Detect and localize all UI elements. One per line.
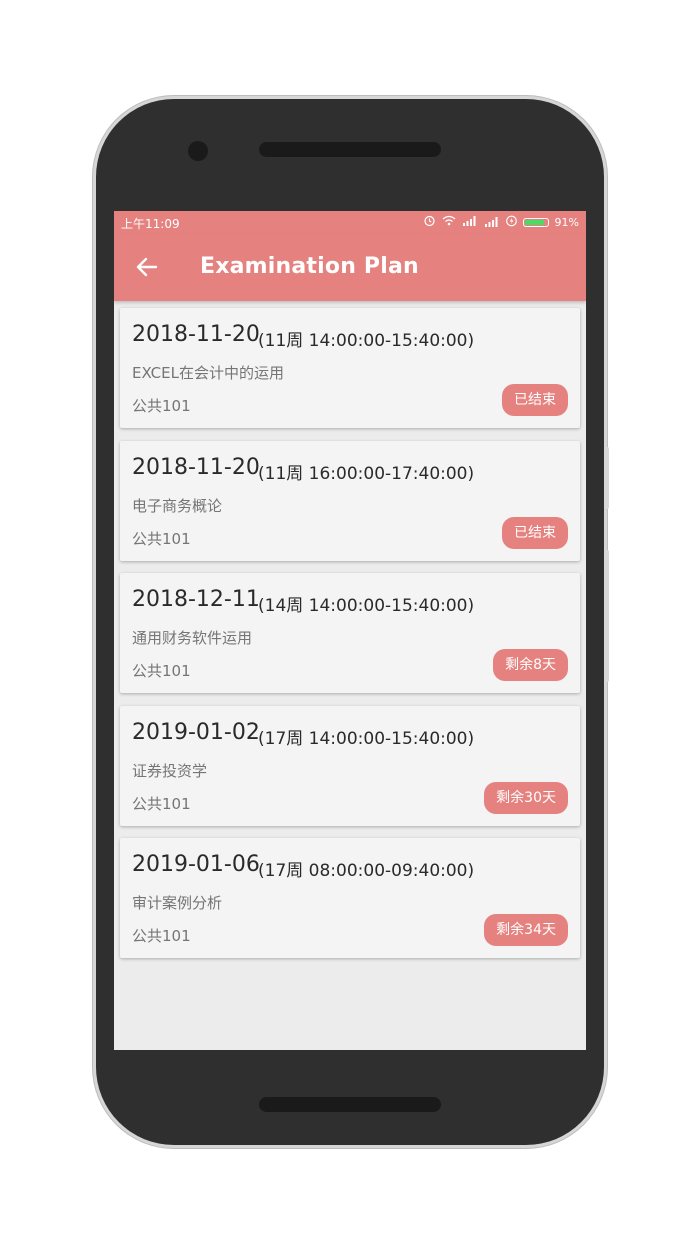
exam-list: 2018-11-20 (11周 14:00:00-15:40:00) EXCEL…: [120, 308, 580, 971]
exam-time: (17周 14:00:00-15:40:00): [258, 728, 475, 749]
arrow-left-icon: [136, 257, 158, 277]
exam-course: 通用财务软件运用: [132, 629, 253, 647]
top-speaker: [259, 142, 441, 157]
status-time: 上午11:09: [121, 217, 180, 231]
battery-percent: 91%: [554, 215, 579, 229]
exam-time: (14周 14:00:00-15:40:00): [258, 596, 475, 616]
exam-date: 2019-01-06: [132, 852, 260, 877]
alarm-icon: [423, 214, 436, 231]
exam-time: (17周 08:00:00-09:40:00): [258, 861, 475, 881]
app-bar: Examination Plan: [114, 234, 586, 301]
exam-card[interactable]: 2018-12-11 (14周 14:00:00-15:40:00) 通用财务软…: [120, 573, 580, 693]
front-camera: [188, 141, 208, 161]
status-badge: 已结束: [502, 516, 568, 549]
status-badge: 已结束: [502, 384, 568, 416]
exam-course: 电子商务概论: [132, 496, 223, 515]
exam-card[interactable]: 2018-11-20 (11周 16:00:00-17:40:00) 电子商务概…: [120, 440, 580, 561]
back-button[interactable]: [134, 256, 160, 278]
hd-signal-icon: [484, 215, 500, 231]
power-button: [604, 550, 609, 682]
status-bar: 上午11:09 91%: [114, 211, 586, 234]
exam-time: (11周 16:00:00-17:40:00): [258, 463, 475, 484]
status-icons: 91%: [423, 214, 579, 231]
bottom-speaker: [259, 1097, 441, 1112]
status-badge: 剩余8天: [493, 649, 568, 681]
status-badge: 剩余34天: [484, 914, 568, 946]
charging-icon: [505, 215, 517, 231]
exam-card[interactable]: 2018-11-20 (11周 14:00:00-15:40:00) EXCEL…: [120, 308, 580, 428]
exam-card[interactable]: 2019-01-06 (17周 08:00:00-09:40:00) 审计案例分…: [120, 838, 580, 958]
exam-course: EXCEL在会计中的运用: [132, 364, 284, 382]
exam-course: 证券投资学: [132, 761, 208, 780]
exam-date: 2018-12-11: [132, 587, 260, 612]
exam-room: 公共101: [132, 529, 191, 548]
screen: 上午11:09 91% Examination Plan 2018-11-20 …: [114, 211, 586, 1050]
page-title: Examination Plan: [200, 254, 419, 279]
signal-icon: [462, 215, 478, 230]
battery-icon: [522, 218, 549, 227]
exam-time: (11周 14:00:00-15:40:00): [258, 331, 475, 351]
volume-button: [604, 447, 609, 509]
battery-level: [524, 220, 545, 225]
status-badge: 剩余30天: [484, 781, 568, 814]
exam-room: 公共101: [132, 927, 191, 945]
exam-date: 2019-01-02: [132, 719, 260, 745]
exam-date: 2018-11-20: [132, 322, 260, 347]
wifi-icon: [442, 215, 456, 230]
exam-date: 2018-11-20: [132, 454, 260, 480]
exam-course: 审计案例分析: [132, 894, 223, 912]
exam-room: 公共101: [132, 662, 191, 680]
exam-card[interactable]: 2019-01-02 (17周 14:00:00-15:40:00) 证券投资学…: [120, 705, 580, 826]
exam-room: 公共101: [132, 397, 191, 415]
exam-room: 公共101: [132, 794, 191, 813]
